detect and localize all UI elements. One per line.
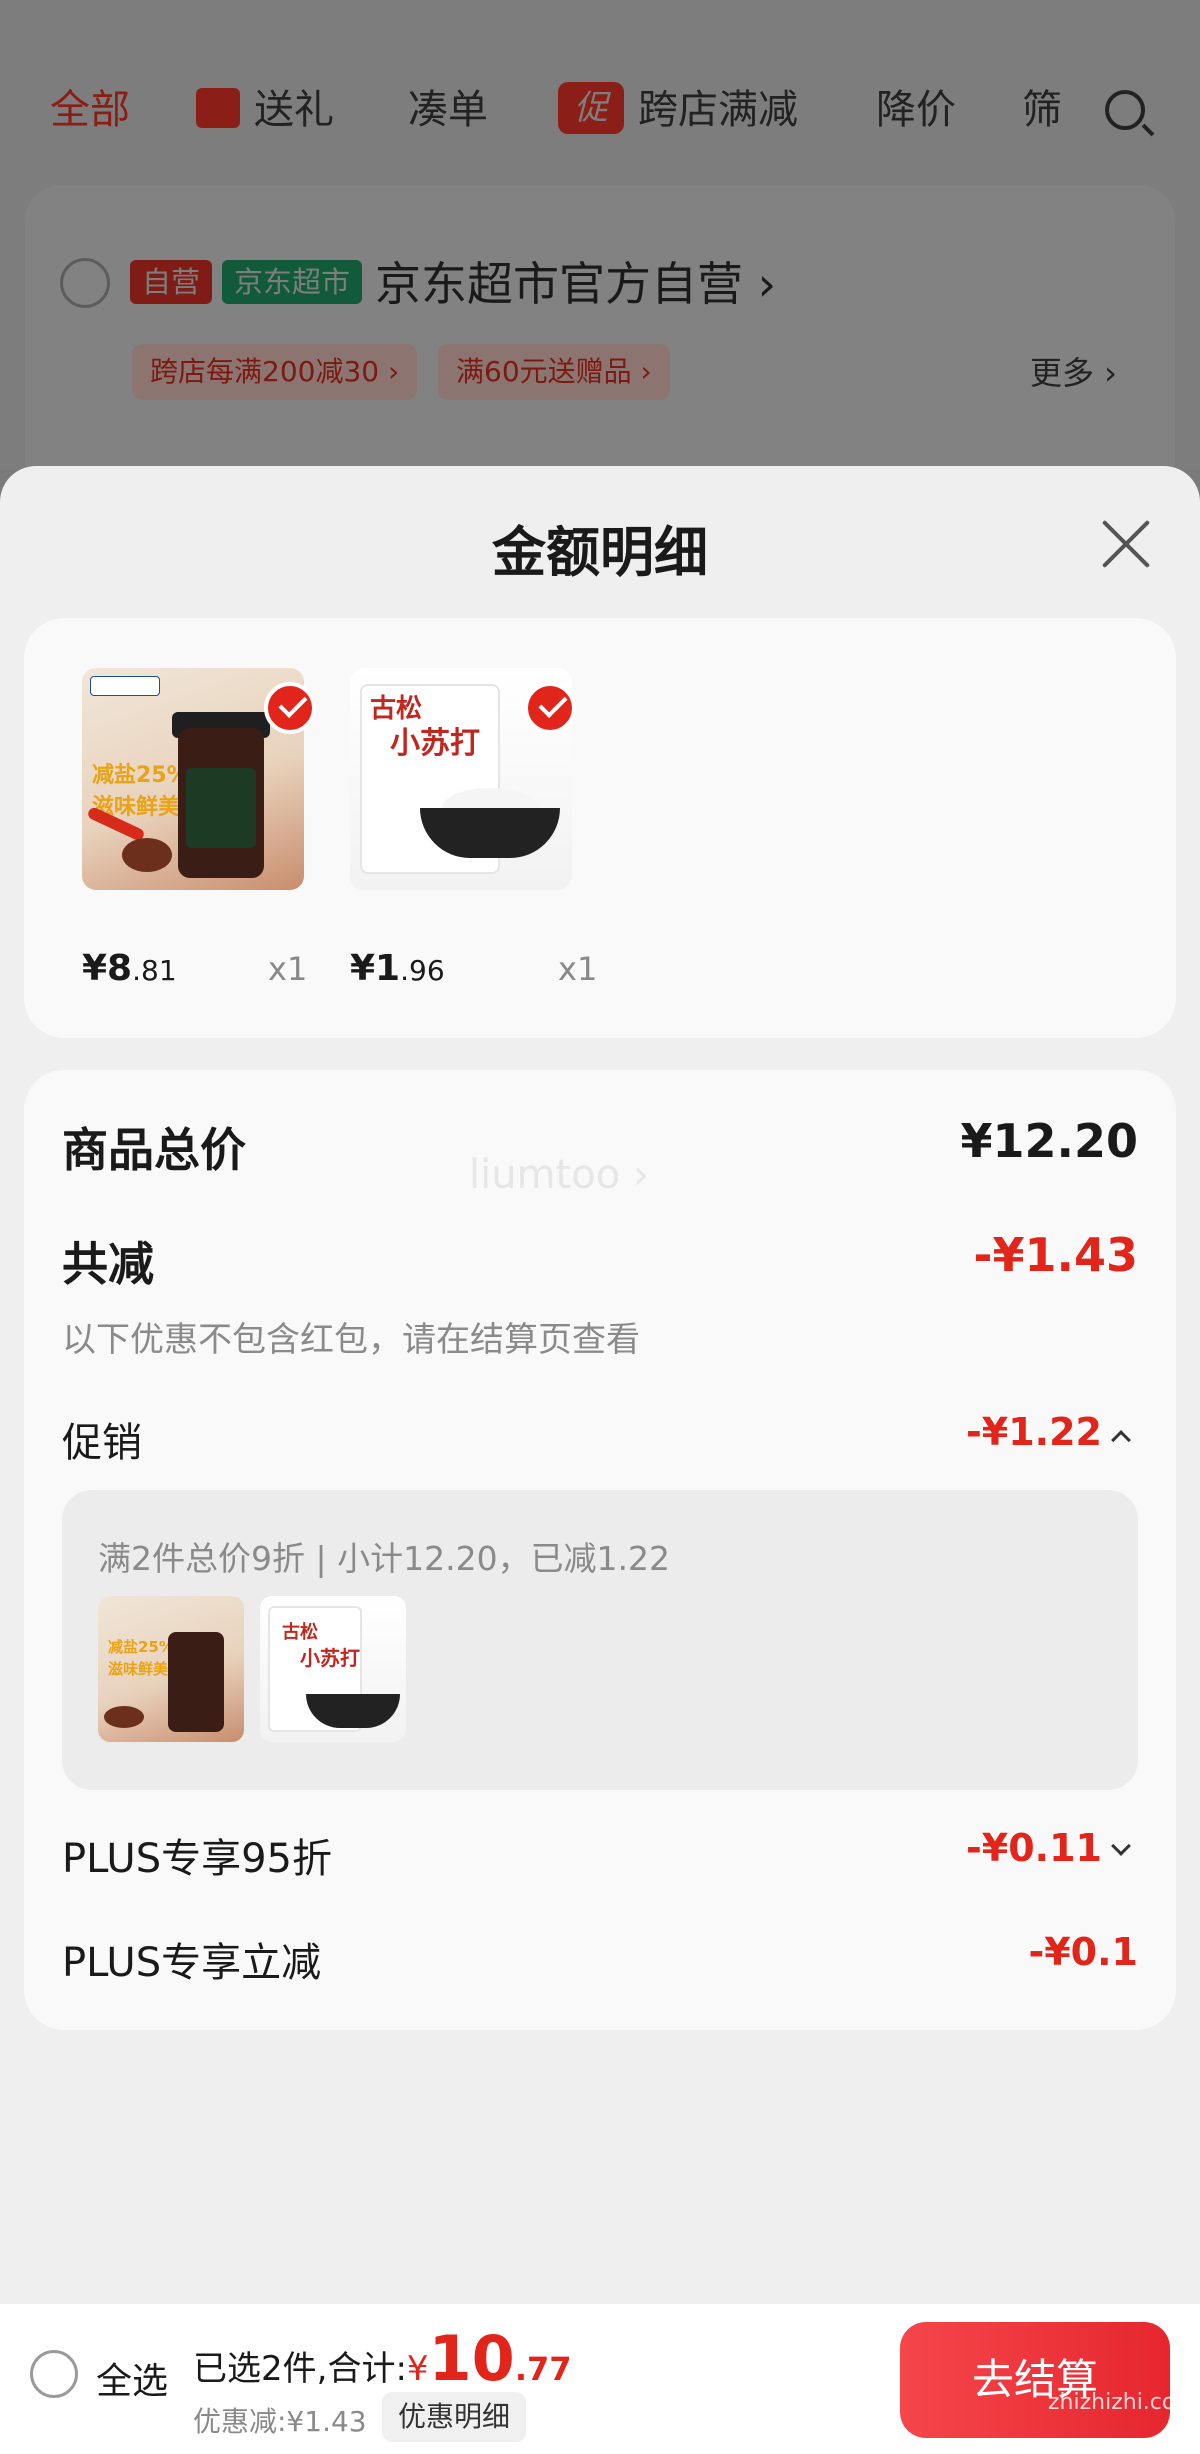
egg-decoration (122, 838, 172, 872)
tab-bundle[interactable]: 凑单 (408, 70, 488, 150)
promo-product-thumb: 减盐25% 滋味鲜美 (98, 1596, 244, 1742)
product-qty: x1 (268, 950, 308, 988)
brand-logo (90, 676, 160, 696)
checkout-button[interactable]: 去结算 (900, 2322, 1170, 2438)
bag-brand: 古松 (282, 1622, 318, 1643)
reduce-value: -¥1.43 (973, 1228, 1138, 1282)
product-qty: x1 (558, 950, 598, 988)
promo-detail-box: 满2件总价9折 | 小计12.20，已减1.22 减盐25% 滋味鲜美 古松 小苏… (62, 1490, 1138, 1790)
tab-filter[interactable]: 筛 (1022, 70, 1062, 150)
amount-detail-sheet: 金额明细 减盐25% 滋味鲜美 ¥8.81 x1 古松 小苏打 ¥1.96 x1… (0, 466, 1200, 2454)
site-watermark: zhizhizhi.com (1048, 2390, 1197, 2415)
shop-select-radio[interactable] (60, 258, 110, 308)
total-integer: 10 (428, 2322, 515, 2395)
product-banner-text: 减盐25% 滋味鲜美 (108, 1638, 174, 1678)
plus-cut-value: -¥0.1 (1028, 1930, 1138, 1974)
promo-value: -¥1.22 (966, 1410, 1102, 1454)
cart-tabs: 全部 送礼 凑单 促跨店满减 降价 筛 (0, 70, 1200, 150)
bag-title: 小苏打 (390, 726, 480, 761)
discount-summary: 优惠减:¥1.43 (193, 2405, 367, 2438)
gift-icon (196, 88, 240, 128)
tab-gift-label: 送礼 (254, 87, 334, 133)
product-price: ¥8.81 (82, 948, 177, 989)
promo-label: 促销 (62, 1420, 142, 1466)
bottom-action-bar: 全选 已选2件,合计:¥10.77 优惠减:¥1.43 优惠明细 去结算 zhi… (0, 2304, 1200, 2454)
chevron-down-icon (1111, 1836, 1131, 1856)
select-all-radio[interactable] (30, 2350, 78, 2398)
check-icon[interactable] (264, 682, 316, 734)
jar-shape (168, 1632, 224, 1732)
tab-all[interactable]: 全部 (50, 70, 130, 150)
total-decimal: .77 (514, 2350, 572, 2388)
plus-cut-label: PLUS专享立减 (62, 1940, 322, 1986)
total-value: ¥12.20 (960, 1114, 1138, 1168)
summary-prefix: 已选2件,合计: (193, 2349, 407, 2389)
currency-symbol: ¥ (406, 2349, 429, 2389)
tab-price-drop[interactable]: 降价 (876, 70, 956, 150)
tab-cross-store-discount[interactable]: 促跨店满减 (558, 70, 798, 150)
plus95-label: PLUS专享95折 (62, 1836, 332, 1882)
more-link[interactable]: 更多 › (1030, 348, 1117, 394)
product-price: ¥1.96 (350, 948, 445, 989)
jar-label (186, 768, 256, 848)
promo-product-thumb: 古松 小苏打 (260, 1596, 406, 1742)
background-cart-page: 全部 送礼 凑单 促跨店满减 降价 筛 自营 京东超市 京东超市官方自营 › 跨… (0, 0, 1200, 585)
plus95-value: -¥0.11 (966, 1826, 1102, 1870)
coupon-tag-1[interactable]: 跨店每满200减30 › (132, 344, 418, 400)
discount-hint: 以下优惠不包含红包，请在结算页查看 (62, 1320, 640, 1360)
sheet-title: 金额明细 (492, 521, 708, 584)
watermark-text: liumtoo › (469, 1152, 649, 1198)
amount-detail-card: liumtoo › 商品总价 ¥12.20 共减 -¥1.43 以下优惠不包含红… (24, 1070, 1176, 2030)
promo-toggle[interactable]: -¥1.22 (966, 1410, 1131, 1454)
shop-name[interactable]: 京东超市官方自营 › (375, 248, 776, 314)
search-icon[interactable] (1105, 90, 1145, 130)
selected-summary: 已选2件,合计:¥10.77 (193, 2322, 572, 2395)
total-label: 商品总价 (62, 1123, 246, 1177)
select-all-label[interactable]: 全选 (96, 2352, 168, 2404)
egg-decoration (104, 1706, 144, 1728)
chevron-up-icon (1111, 1430, 1131, 1450)
bag-title: 小苏打 (300, 1646, 360, 1670)
supermarket-tag: 京东超市 (222, 260, 363, 304)
reduce-label: 共减 (62, 1237, 154, 1291)
promo-icon: 促 (558, 82, 624, 134)
selected-products-card: 减盐25% 滋味鲜美 ¥8.81 x1 古松 小苏打 ¥1.96 x1 (24, 618, 1176, 1038)
plus95-toggle[interactable]: -¥0.11 (966, 1826, 1131, 1870)
coupon-tag-2[interactable]: 满60元送赠品 › (438, 344, 670, 400)
discount-detail-button[interactable]: 优惠明细 (382, 2392, 527, 2442)
close-icon[interactable] (1100, 518, 1152, 570)
tab-gift[interactable]: 送礼 (196, 70, 334, 150)
self-operated-tag: 自营 (130, 260, 213, 304)
tab-cross-store-label: 跨店满减 (638, 87, 798, 133)
promo-description: 满2件总价9折 | 小计12.20，已减1.22 (98, 1539, 671, 1578)
check-icon[interactable] (524, 682, 576, 734)
